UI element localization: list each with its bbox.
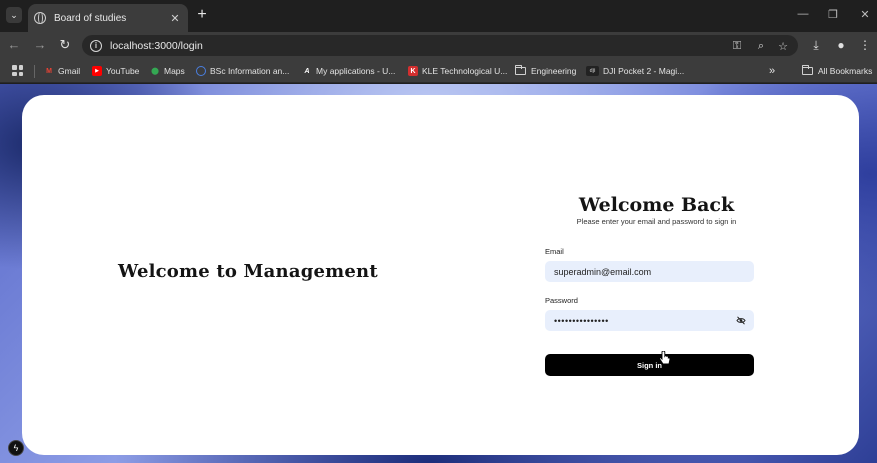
bookmark-label: Gmail <box>58 66 81 76</box>
globe-icon <box>196 66 206 76</box>
menu-icon[interactable]: ⋮ <box>858 38 872 52</box>
dji-logo-icon: dji <box>586 66 599 76</box>
bookmarks-overflow-icon[interactable]: » <box>769 63 775 79</box>
bookmark-label: Maps <box>164 66 185 76</box>
bookmark-my-applications[interactable]: A My applications - U... <box>302 63 395 79</box>
apps-grid-icon[interactable] <box>12 65 23 76</box>
bookmark-engineering-folder[interactable]: Engineering <box>515 63 576 79</box>
close-window-icon[interactable]: ✕ <box>858 8 872 21</box>
browser-toolbar: ← → ↻ i localhost:3000/login ⚿ ⌕ ☆ ⤓ ● ⋮ <box>0 32 877 59</box>
close-tab-icon[interactable]: ✕ <box>168 12 182 25</box>
all-bookmarks-label: All Bookmarks <box>818 66 873 76</box>
login-card: Welcome to Management Welcome Back Pleas… <box>22 95 859 455</box>
forward-icon[interactable]: → <box>32 37 48 53</box>
bookmark-gmail[interactable]: M Gmail <box>44 63 80 79</box>
minimize-icon[interactable]: — <box>796 8 810 20</box>
eye-slash-icon[interactable] <box>736 316 746 325</box>
all-bookmarks-folder[interactable]: All Bookmarks <box>802 63 872 79</box>
password-key-icon[interactable]: ⚿ <box>730 40 744 53</box>
url-text: localhost:3000/login <box>110 39 203 52</box>
bookmark-kle[interactable]: K KLE Technological U... <box>408 63 507 79</box>
sign-in-button[interactable]: Sign in <box>545 354 754 376</box>
bookmark-youtube[interactable]: ▶ YouTube <box>92 63 139 79</box>
login-subtitle: Please enter your email and password to … <box>576 217 737 226</box>
address-bar[interactable]: i localhost:3000/login ⚿ ⌕ ☆ <box>82 35 798 56</box>
browser-tab[interactable]: Board of studies ✕ <box>28 4 188 32</box>
password-value: ••••••••••••••• <box>554 315 609 326</box>
tab-strip: ⌄ Board of studies ✕ + — ❐ ✕ <box>0 0 877 32</box>
tab-search-chevron-icon[interactable]: ⌄ <box>6 7 22 23</box>
zoom-icon[interactable]: ⌕ <box>754 40 768 53</box>
bookmark-label: DJI Pocket 2 - Magi... <box>603 66 685 76</box>
bookmark-maps[interactable]: ⬤ Maps <box>150 63 185 79</box>
tab-title: Board of studies <box>54 12 127 24</box>
bookmark-label: KLE Technological U... <box>422 66 508 76</box>
bookmarks-separator <box>34 65 35 78</box>
bookmark-dji[interactable]: dji DJI Pocket 2 - Magi... <box>586 63 684 79</box>
profile-icon[interactable]: ● <box>834 38 848 52</box>
login-title: Welcome Back <box>578 194 735 216</box>
bookmarks-bar: M Gmail ▶ YouTube ⬤ Maps BSc Information… <box>0 59 877 83</box>
kle-logo-icon: K <box>408 66 418 76</box>
welcome-heading: Welcome to Management <box>118 261 378 282</box>
youtube-icon: ▶ <box>92 66 102 76</box>
maps-icon: ⬤ <box>151 68 159 75</box>
folder-icon <box>515 65 526 75</box>
globe-icon <box>34 12 46 24</box>
email-field[interactable]: superadmin@email.com <box>545 261 754 282</box>
bookmark-label: My applications - U... <box>316 66 396 76</box>
restore-icon[interactable]: ❐ <box>826 8 840 21</box>
bookmark-label: YouTube <box>106 66 140 76</box>
a-logo-icon: A <box>304 67 310 75</box>
lightning-icon[interactable]: ϟ <box>8 440 24 456</box>
hand-cursor-icon <box>659 351 671 365</box>
email-value: superadmin@email.com <box>554 266 652 277</box>
gmail-icon: M <box>46 67 52 75</box>
reload-icon[interactable]: ↻ <box>57 37 73 53</box>
bookmark-label: Engineering <box>531 66 577 76</box>
page-viewport: Welcome to Management Welcome Back Pleas… <box>0 84 877 463</box>
download-icon[interactable]: ⤓ <box>809 38 823 53</box>
password-label: Password <box>545 296 578 305</box>
new-tab-icon[interactable]: + <box>194 6 210 24</box>
site-info-icon[interactable]: i <box>90 39 102 52</box>
email-label: Email <box>545 247 564 256</box>
bookmark-label: BSc Information an... <box>210 66 290 76</box>
password-field[interactable]: ••••••••••••••• <box>545 310 754 331</box>
back-icon[interactable]: ← <box>6 37 22 53</box>
bookmark-star-icon[interactable]: ☆ <box>776 40 790 53</box>
folder-icon <box>802 65 813 75</box>
bookmark-bsc[interactable]: BSc Information an... <box>196 63 289 79</box>
